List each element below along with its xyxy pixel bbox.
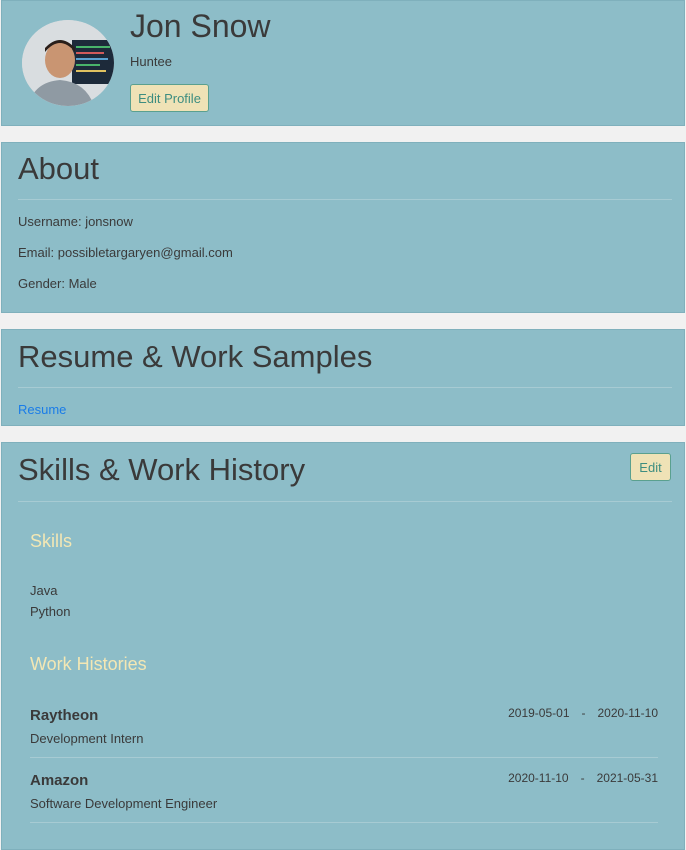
resume-card: Resume & Work Samples Resume — [1, 329, 685, 426]
end-date: 2020-11-10 — [597, 706, 659, 720]
email-field: Email: possibletargaryen@gmail.com — [18, 245, 233, 260]
work-dates: 2019-05-01-2020-11-10 — [508, 706, 658, 720]
end-date: 2021-05-31 — [596, 771, 658, 785]
company-name: Raytheon — [30, 707, 99, 724]
gender-field: Gender: Male — [18, 276, 97, 291]
avatar — [22, 20, 114, 106]
start-date: 2020-11-10 — [508, 771, 569, 785]
about-title: About — [18, 151, 100, 186]
date-separator: - — [580, 771, 585, 785]
resume-title: Resume & Work Samples — [18, 339, 373, 374]
edit-skills-button[interactable]: Edit — [630, 453, 671, 481]
profile-name: Jon Snow — [130, 8, 271, 44]
position-title: Development Intern — [30, 731, 144, 746]
skill-item: Java — [30, 583, 58, 598]
edit-profile-button[interactable]: Edit Profile — [130, 84, 209, 112]
skill-item: Python — [30, 604, 71, 619]
profile-card: Jon Snow Huntee Edit Profile — [1, 0, 685, 126]
username-field: Username: jonsnow — [18, 214, 133, 229]
work-divider — [30, 822, 658, 823]
about-card: About Username: jonsnow Email: possiblet… — [1, 142, 685, 313]
company-name: Amazon — [30, 772, 89, 789]
work-dates: 2020-11-10-2021-05-31 — [508, 771, 658, 785]
work-histories-heading: Work Histories — [30, 654, 147, 674]
skills-work-title: Skills & Work History — [18, 452, 306, 487]
skills-divider — [18, 501, 672, 502]
skills-card: Skills & Work History Edit Skills Java P… — [1, 442, 685, 850]
about-divider — [18, 199, 672, 200]
position-title: Software Development Engineer — [30, 796, 218, 811]
resume-divider — [18, 387, 672, 388]
profile-role: Huntee — [130, 54, 172, 69]
work-divider — [30, 757, 658, 758]
resume-link[interactable]: Resume — [18, 402, 66, 417]
date-separator: - — [581, 706, 586, 720]
start-date: 2019-05-01 — [508, 706, 570, 720]
avatar-photo — [22, 20, 114, 106]
skills-heading: Skills — [30, 531, 73, 551]
